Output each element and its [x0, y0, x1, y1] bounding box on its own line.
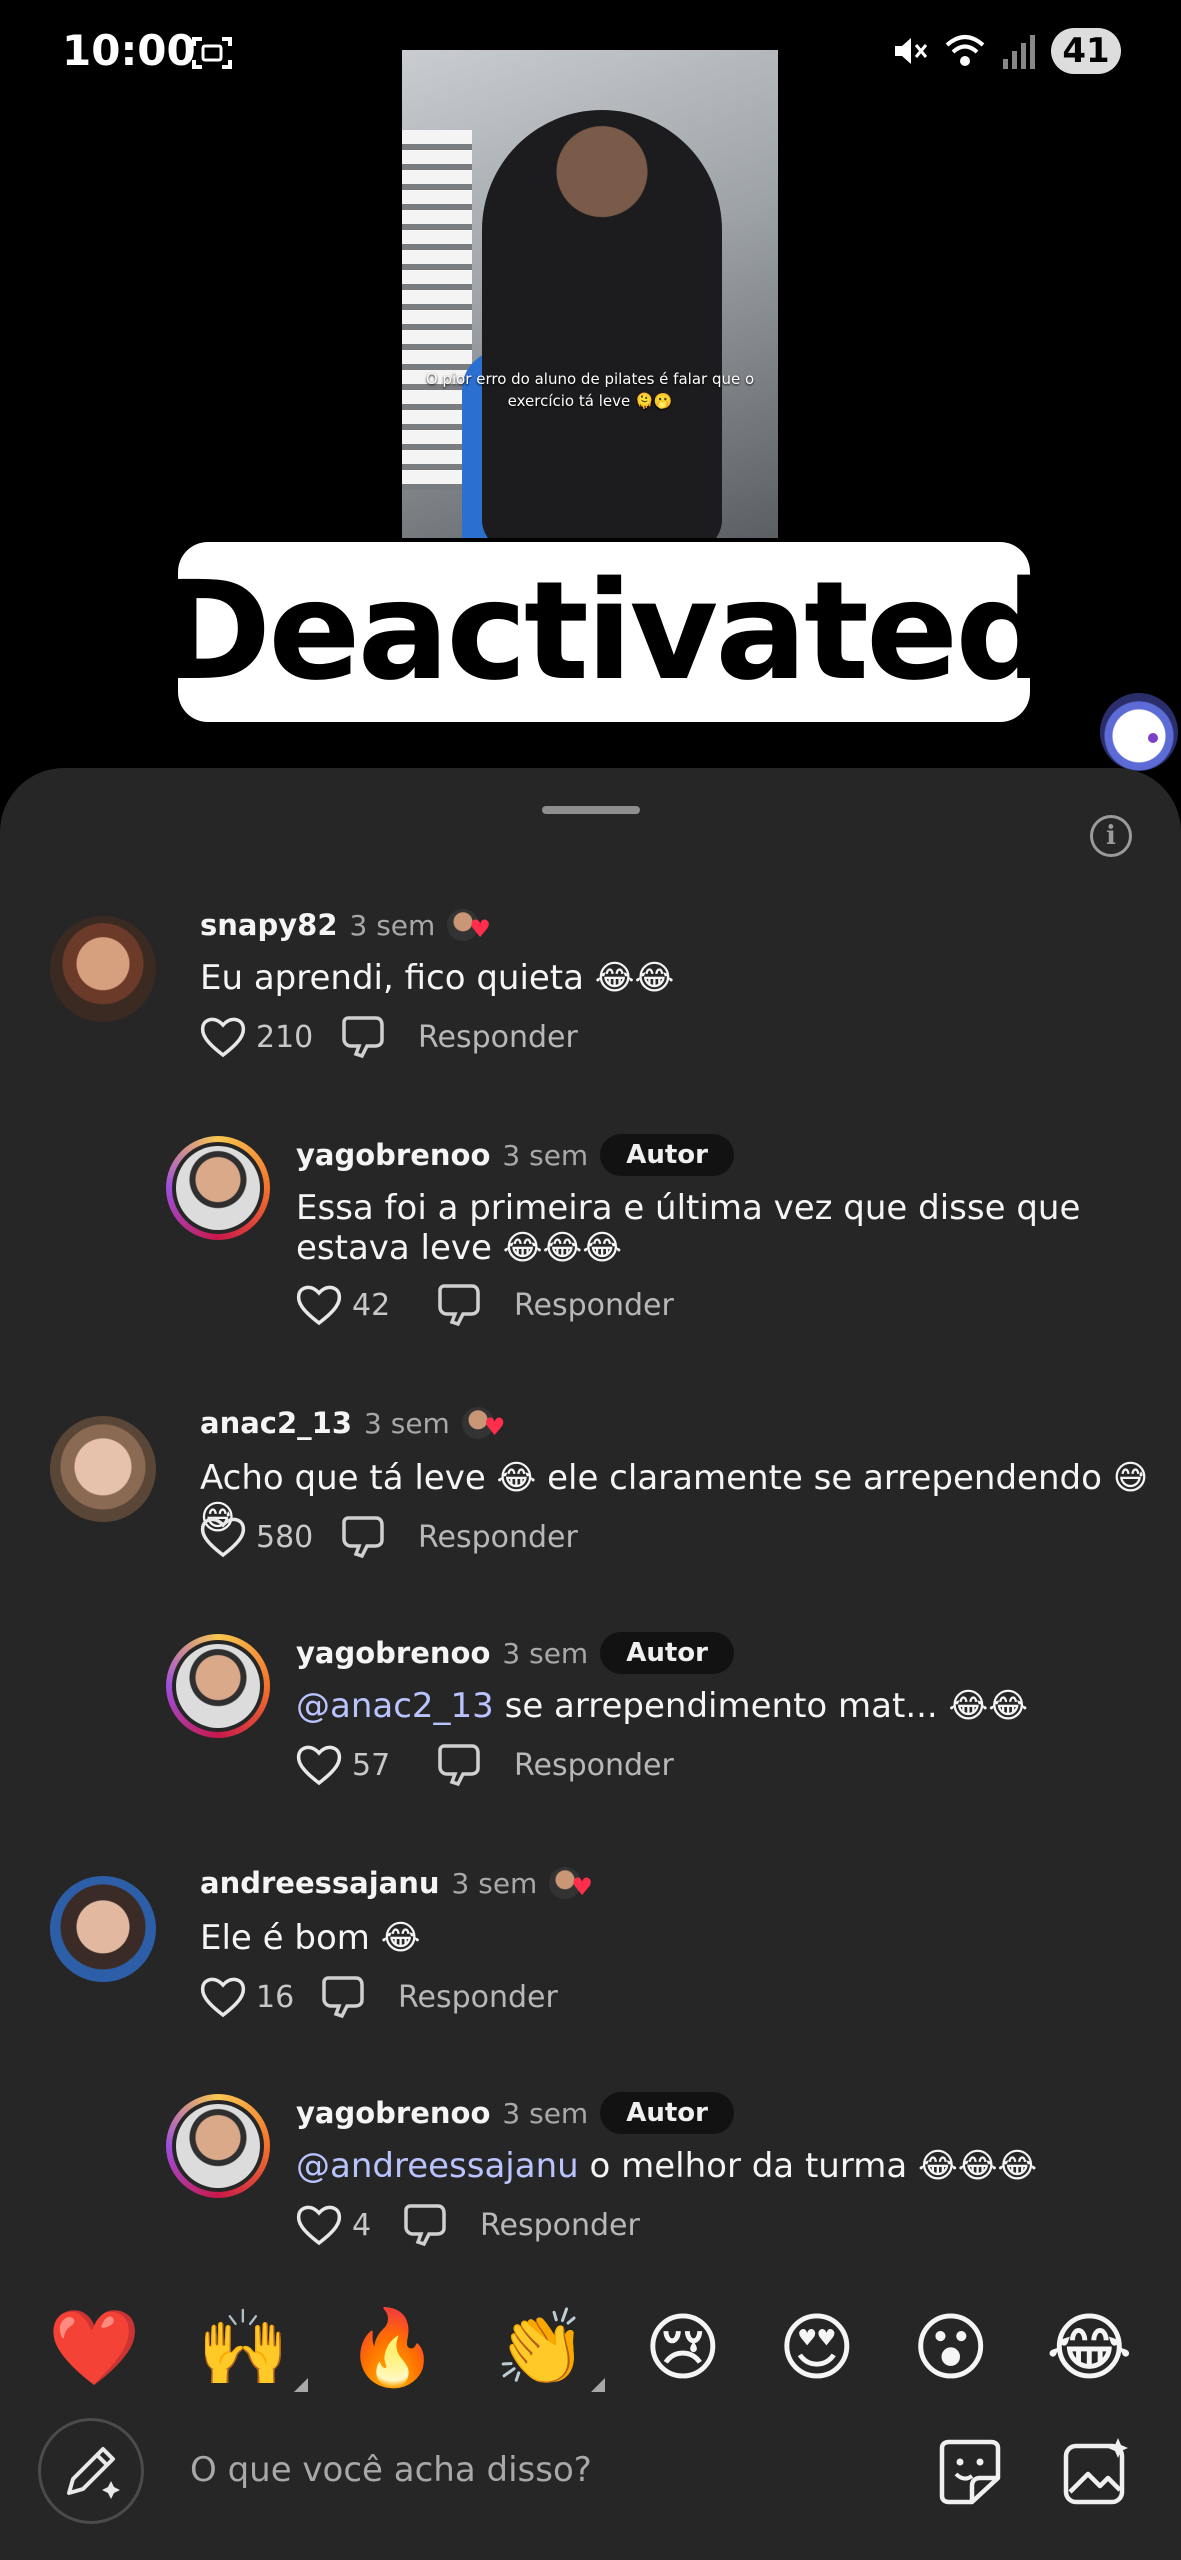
comment-actions: 16 Responder	[198, 1972, 558, 2022]
comment-text: @anac2_13 se arrependimento mat... 😂😂	[296, 1686, 1028, 1726]
dislike-icon[interactable]	[338, 1012, 388, 1062]
username[interactable]: yagobrenoo	[296, 1138, 490, 1172]
image-sparkle-icon[interactable]	[1058, 2434, 1134, 2510]
liked-by-author-icon: ♥	[549, 1867, 597, 1899]
info-icon[interactable]: i	[1090, 815, 1132, 857]
like-heart-icon[interactable]	[294, 1280, 344, 1330]
reply-button[interactable]: Responder	[514, 1748, 674, 1783]
deactivated-label: Deactivated	[158, 553, 1052, 711]
reply-button[interactable]: Responder	[480, 2208, 640, 2243]
like-count: 57	[352, 1747, 391, 1783]
dislike-icon[interactable]	[434, 1280, 484, 1330]
comment-time: 3 sem	[349, 908, 436, 942]
comment-text-body: o melhor da turma 😂😂😂	[578, 2146, 1038, 2186]
emoji-clapping-button[interactable]: 👏	[495, 2308, 606, 2392]
comment-meta: snapy82 3 sem ♥	[200, 908, 495, 942]
like-heart-icon[interactable]	[198, 1972, 248, 2022]
quick-emoji-bar: ❤️ 🙌 🔥 👏 😢 😍 😮 😂	[0, 2268, 1181, 2428]
dislike-icon[interactable]	[434, 1740, 484, 1790]
comment-meta: yagobrenoo 3 sem Autor	[296, 1632, 734, 1674]
comment-meta: andreessajanu 3 sem ♥	[200, 1866, 597, 1900]
liked-by-author-icon: ♥	[447, 909, 495, 941]
emoji-laughing-button[interactable]: 😂	[1046, 2308, 1132, 2388]
sticker-icon[interactable]	[932, 2434, 1008, 2510]
comment-actions: 210 Responder	[198, 1012, 578, 1062]
screenshot-icon	[192, 37, 232, 69]
deactivated-banner: Deactivated	[158, 542, 1053, 722]
emoji-heart-eyes-button[interactable]: 😍	[778, 2308, 855, 2388]
reply-button[interactable]: Responder	[514, 1288, 674, 1323]
comment-actions: 580 Responder	[198, 1512, 578, 1562]
mention-link[interactable]: @anac2_13	[296, 1686, 494, 1726]
emoji-crying-button[interactable]: 😢	[644, 2308, 721, 2388]
status-time: 10:00	[62, 26, 196, 75]
reply-button[interactable]: Responder	[398, 1980, 558, 2015]
emoji-surprised-button[interactable]: 😮	[912, 2308, 989, 2388]
wifi-icon	[945, 35, 985, 66]
comment-time: 3 sem	[451, 1866, 538, 1900]
comment-composer: O que você acha disso?	[0, 2410, 1181, 2560]
avatar[interactable]	[50, 1416, 156, 1522]
avatar-story-ring[interactable]	[166, 1136, 270, 1240]
liked-by-author-icon: ♥	[461, 1407, 510, 1439]
username[interactable]: andreessajanu	[200, 1866, 440, 1900]
comment-text-body: se arrependimento mat... 😂😂	[493, 1686, 1029, 1726]
comment-time: 3 sem	[502, 1138, 589, 1172]
dislike-icon[interactable]	[338, 1512, 388, 1562]
like-count: 16	[256, 1979, 295, 2015]
comment-actions: 42 Responder	[294, 1280, 674, 1330]
edit-button[interactable]	[38, 2418, 144, 2524]
comment-time: 3 sem	[502, 2096, 589, 2130]
emoji-fire-button[interactable]: 🔥	[346, 2308, 438, 2388]
username[interactable]: yagobrenoo	[296, 1636, 490, 1670]
reply-button[interactable]: Responder	[418, 1520, 578, 1555]
dislike-icon[interactable]	[318, 1972, 368, 2022]
battery-indicator: 41	[1051, 28, 1121, 74]
signal-icon	[1003, 35, 1035, 69]
avatar-story-ring[interactable]	[166, 2094, 270, 2198]
reply-button[interactable]: Responder	[418, 1020, 578, 1055]
comment-meta: yagobrenoo 3 sem Autor	[296, 2092, 734, 2134]
sheet-drag-handle[interactable]	[542, 806, 640, 814]
avatar[interactable]	[50, 1876, 156, 1982]
emoji-raising-hands-button[interactable]: 🙌	[197, 2308, 308, 2392]
like-heart-icon[interactable]	[294, 1740, 344, 1790]
comment-meta: yagobrenoo 3 sem Autor	[296, 1134, 734, 1176]
video-caption: O pior erro do aluno de pilates é falar …	[425, 370, 755, 410]
comment-time: 3 sem	[364, 1406, 450, 1440]
video-person-figure	[482, 110, 722, 538]
like-heart-icon[interactable]	[198, 1512, 248, 1562]
comment-text: Ele é bom 😂	[200, 1918, 421, 1958]
comment-input[interactable]: O que você acha disso?	[190, 2450, 592, 2490]
username[interactable]: yagobrenoo	[296, 2096, 490, 2130]
username[interactable]: anac2_13	[200, 1406, 352, 1440]
author-badge: Autor	[600, 1134, 734, 1176]
floating-assistant-bubble-icon[interactable]	[1100, 693, 1178, 771]
comment-meta: anac2_13 3 sem ♥	[200, 1406, 510, 1440]
video-preview[interactable]: O pior erro do aluno de pilates é falar …	[402, 50, 778, 538]
like-heart-icon[interactable]	[294, 2200, 344, 2250]
pencil-sparkle-icon	[67, 2447, 120, 2499]
status-icons: 41	[889, 28, 1121, 74]
comment-text: Essa foi a primeira e última vez que dis…	[296, 1188, 1081, 1268]
avatar-story-ring[interactable]	[166, 1634, 270, 1738]
like-count: 42	[352, 1287, 391, 1323]
mute-icon	[895, 38, 928, 64]
comment-text: Eu aprendi, fico quieta 😂😂	[200, 958, 675, 998]
comment-text: @andreessajanu o melhor da turma 😂😂😂	[296, 2146, 1037, 2186]
username[interactable]: snapy82	[200, 908, 338, 942]
avatar[interactable]	[50, 916, 156, 1022]
like-count: 580	[256, 1519, 314, 1555]
like-heart-icon[interactable]	[198, 1012, 248, 1062]
author-badge: Autor	[600, 1632, 734, 1674]
like-count: 210	[256, 1019, 314, 1055]
comment-actions: 57 Responder	[294, 1740, 674, 1790]
like-count: 4	[352, 2207, 372, 2243]
comment-time: 3 sem	[502, 1636, 589, 1670]
emoji-heart-button[interactable]: ❤️	[48, 2308, 140, 2388]
comment-actions: 4 Responder	[294, 2200, 640, 2250]
dislike-icon[interactable]	[400, 2200, 450, 2250]
author-badge: Autor	[600, 2092, 734, 2134]
mention-link[interactable]: @andreessajanu	[296, 2146, 579, 2186]
